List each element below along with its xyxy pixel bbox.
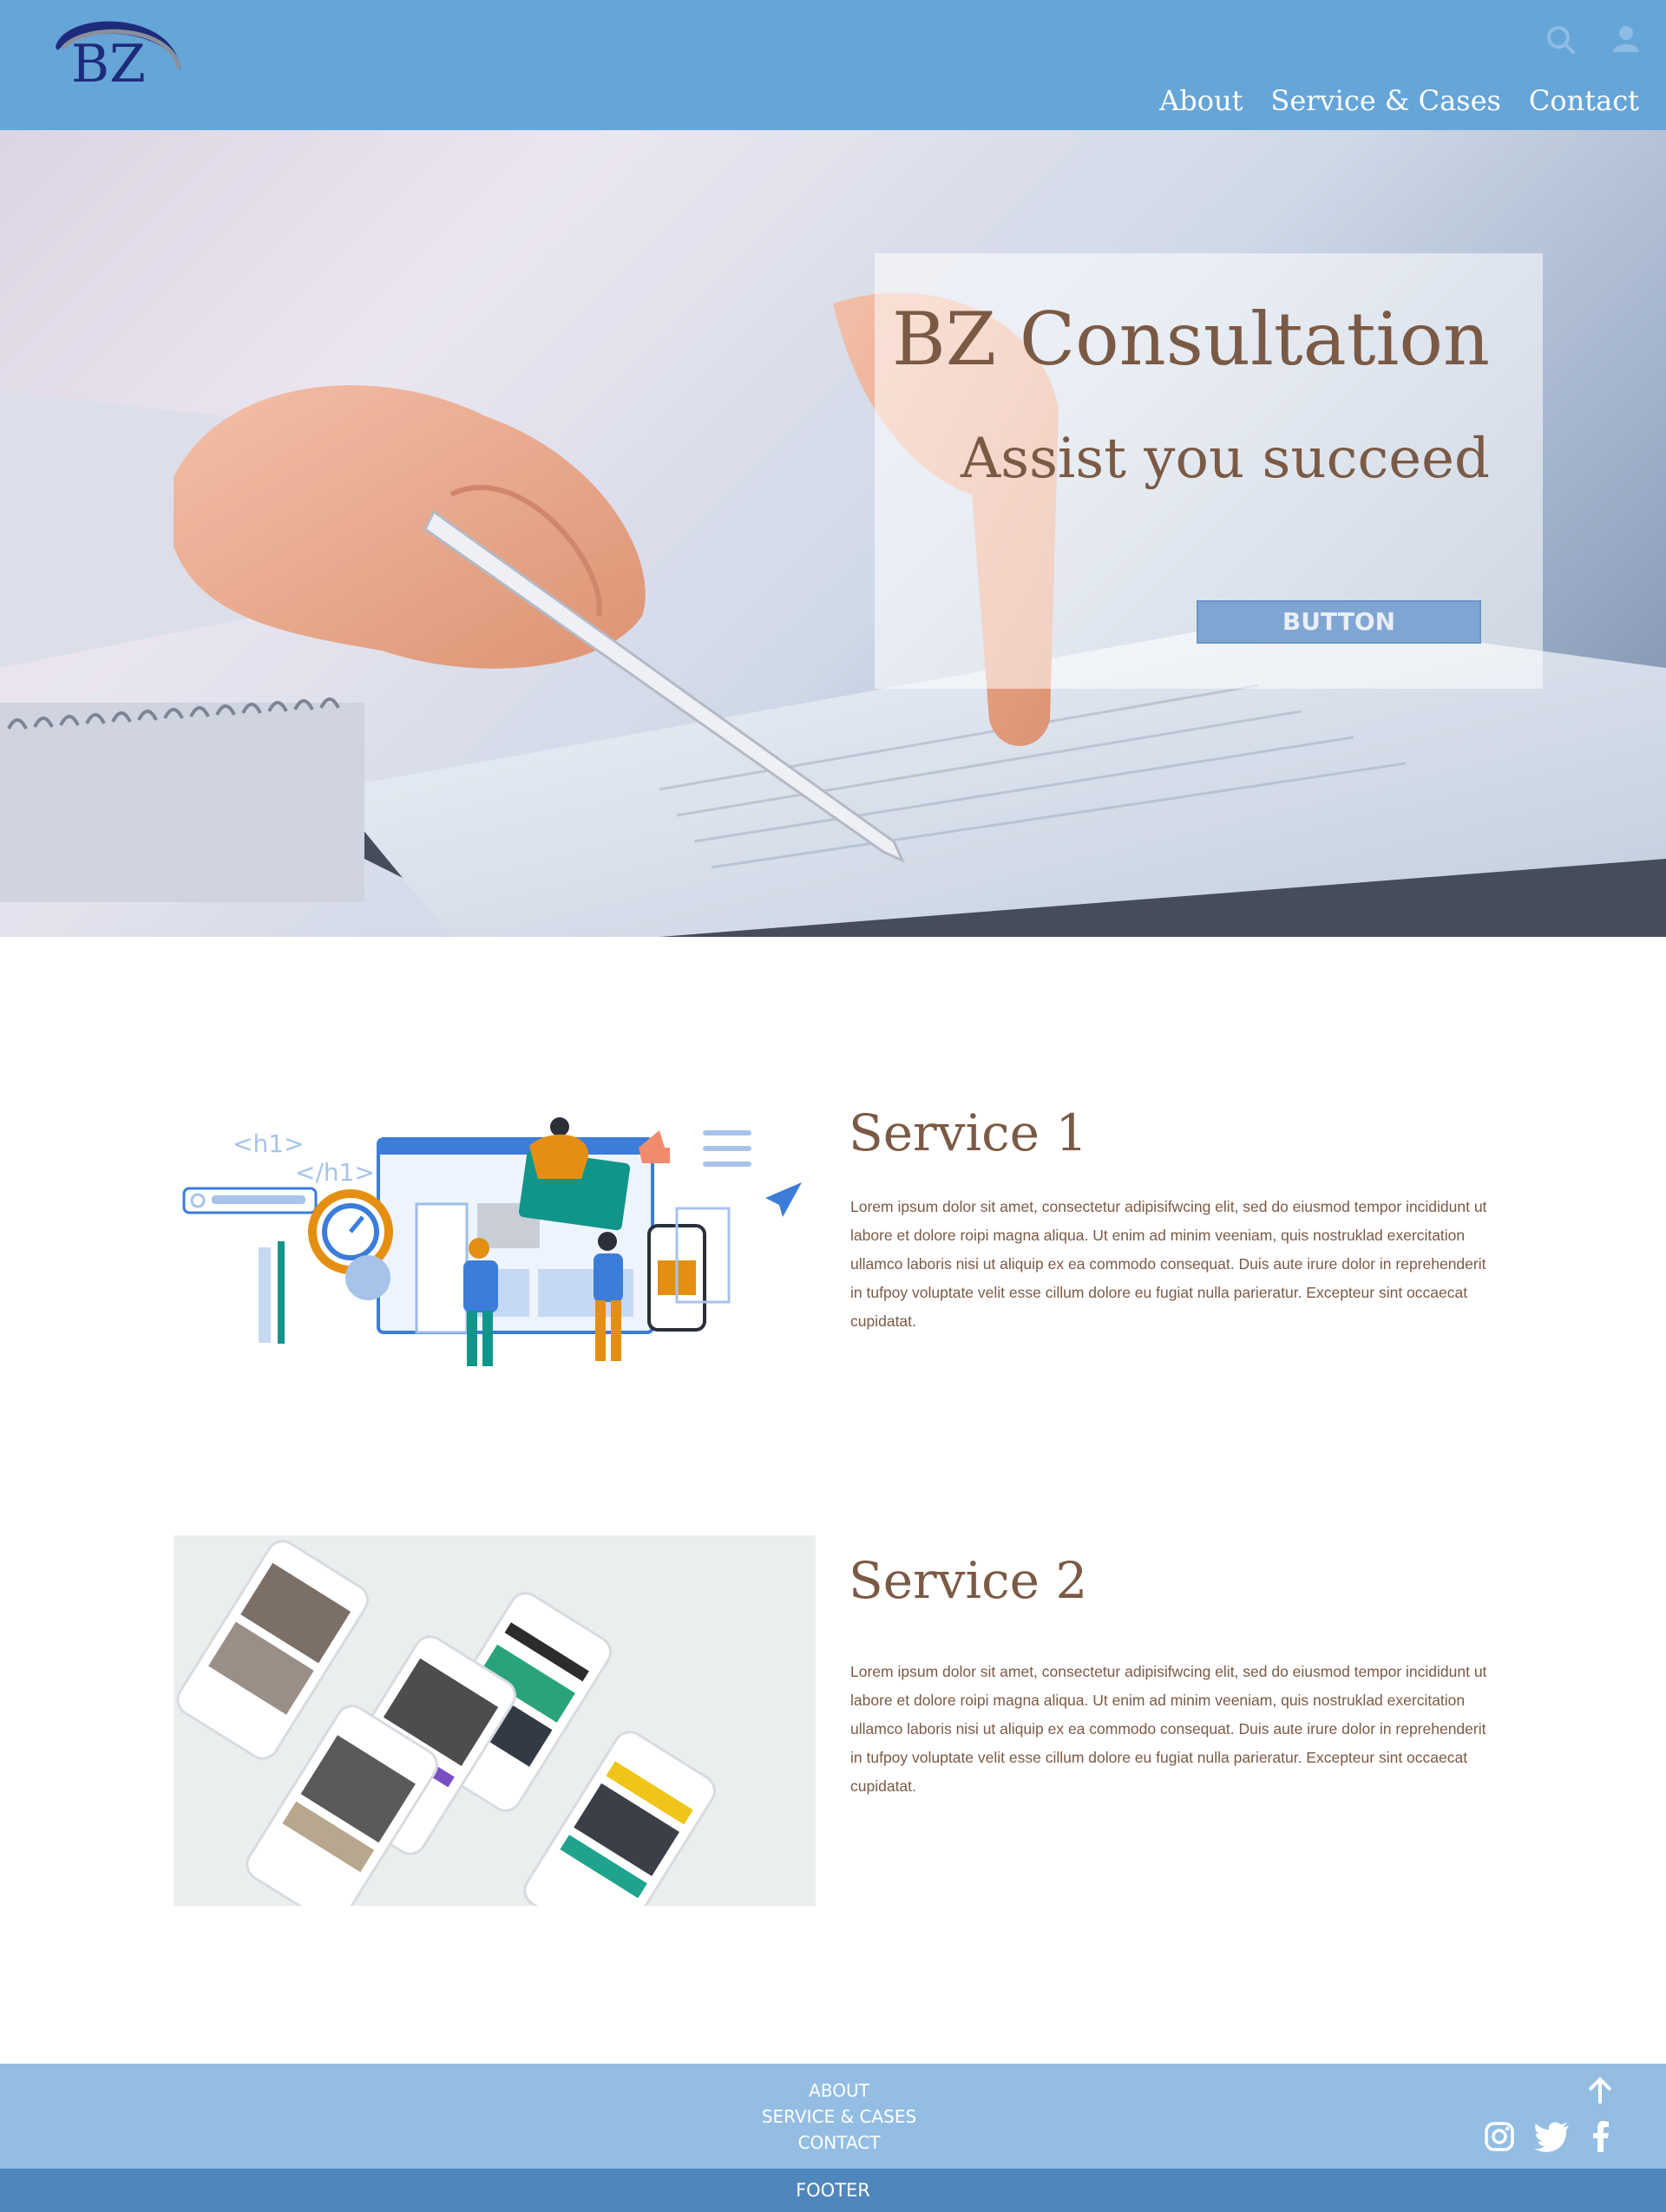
footer-label: FOOTER [796,2180,870,2201]
instagram-icon[interactable] [1484,2121,1515,2152]
service-1-illustration: <h1> </h1> [174,1096,816,1466]
footer-link-about[interactable]: ABOUT [0,2078,1666,2104]
twitter-icon[interactable] [1534,2121,1571,2152]
bz-logo[interactable]: BZ [49,12,187,116]
nav-about[interactable]: About [1159,82,1243,120]
logo-letter-b: BZ [71,34,146,95]
footer-nav: ABOUT SERVICE & CASES CONTACT [0,2078,1666,2156]
hero-title: BZ Consultation [892,297,1490,382]
nav-service-cases[interactable]: Service & Cases [1270,82,1501,120]
site-header: BZ About Service & Cases Contact [0,0,1666,130]
hero-subtitle: Assist you succeed [961,427,1490,491]
site-footer: ABOUT SERVICE & CASES CONTACT [0,2064,1666,2169]
service-2-title: Service 2 [849,1551,1088,1610]
hero-button[interactable]: BUTTON [1197,600,1481,644]
logo-graphic: BZ [56,21,181,95]
h1-open-label: <h1> [233,1129,304,1158]
hero-overlay-card: BZ Consultation Assist you succeed BUTTO… [875,253,1543,689]
footer-link-service-cases[interactable]: SERVICE & CASES [0,2104,1666,2130]
service-1-description: Lorem ipsum dolor sit amet, consectetur … [850,1198,1487,1330]
main-nav: About Service & Cases Contact [1159,82,1639,120]
search-icon[interactable] [1544,23,1578,57]
footer-bottom-bar: FOOTER [0,2169,1666,2212]
user-icon[interactable] [1609,23,1643,57]
h1-close-label: </h1> [295,1158,375,1187]
footer-link-contact[interactable]: CONTACT [0,2130,1666,2156]
facebook-icon[interactable] [1591,2121,1610,2152]
service-2-description: Lorem ipsum dolor sit amet, consectetur … [850,1663,1487,1795]
nav-contact[interactable]: Contact [1529,82,1639,120]
service-2-image [174,1535,816,1906]
service-1-title: Service 1 [849,1103,1088,1162]
arrow-up-icon[interactable] [1586,2076,1614,2105]
hero-banner: BZ Consultation Assist you succeed BUTTO… [0,130,1666,937]
